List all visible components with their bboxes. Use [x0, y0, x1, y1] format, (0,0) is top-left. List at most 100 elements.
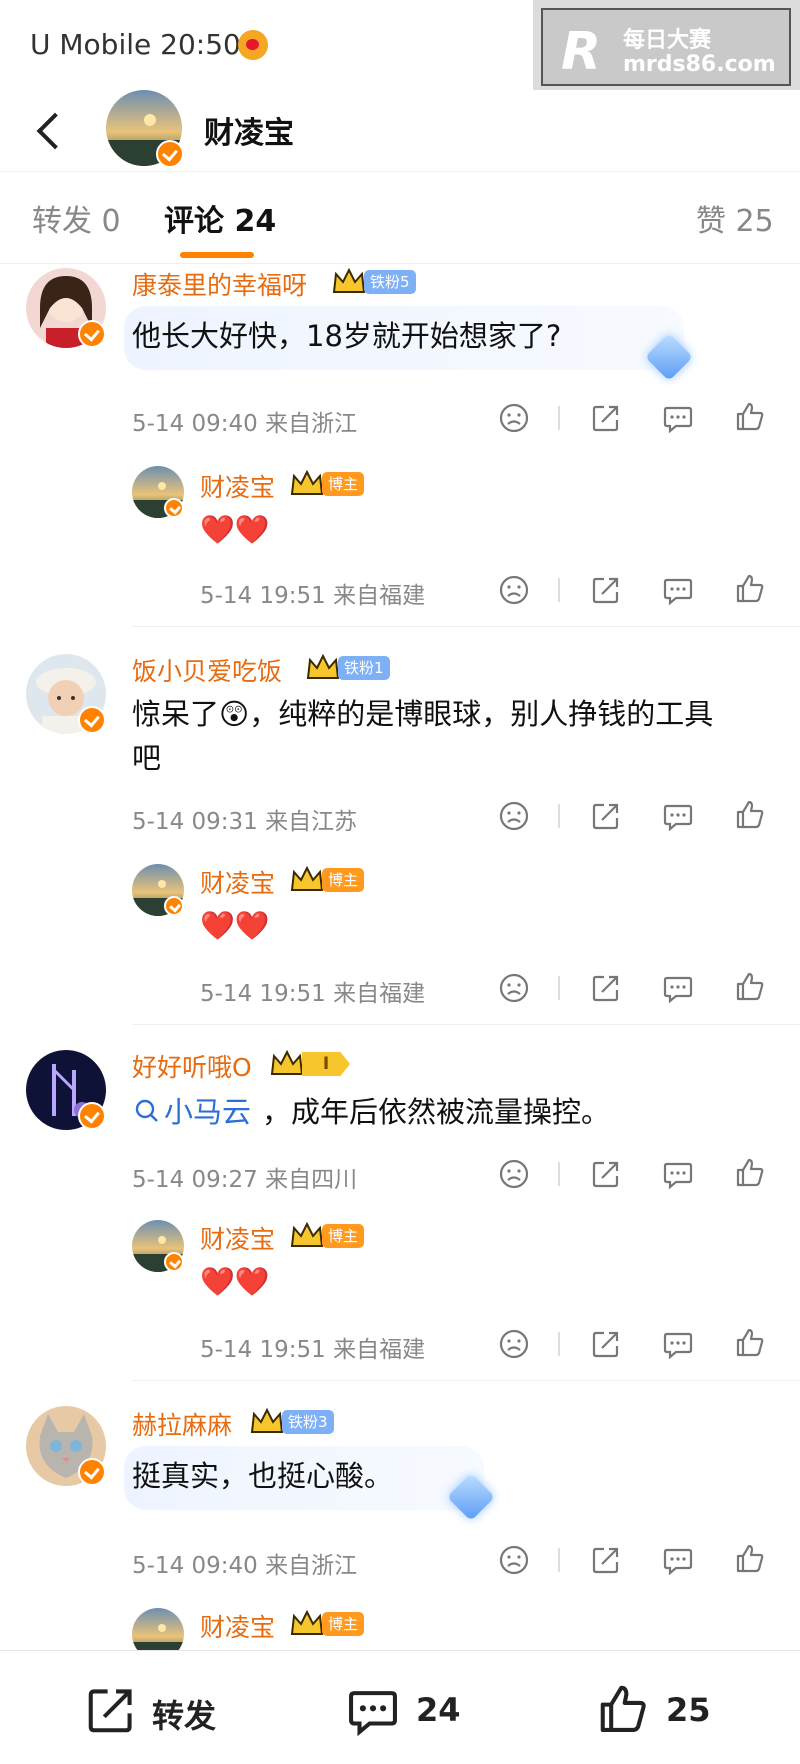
separator — [558, 804, 560, 828]
comment-icon[interactable] — [662, 972, 694, 1004]
like-count-button[interactable]: 25 — [596, 1681, 736, 1737]
dislike-icon[interactable] — [498, 1328, 530, 1360]
dislike-icon[interactable] — [498, 1544, 530, 1576]
like-icon[interactable] — [734, 970, 766, 1002]
share-icon[interactable] — [590, 800, 622, 832]
separator — [558, 976, 560, 1000]
reply-username[interactable]: 财凌宝 — [200, 1220, 275, 1256]
header: 财凌宝 — [0, 90, 800, 172]
share-icon[interactable] — [590, 574, 622, 606]
watermark-box: R 每日大赛 mrds86.com — [541, 8, 791, 86]
repost-button[interactable]: 转发 — [84, 1681, 244, 1737]
verified-icon — [164, 498, 184, 518]
divider — [132, 1380, 800, 1381]
search-icon — [135, 1099, 158, 1122]
dislike-icon[interactable] — [498, 800, 530, 832]
crown-icon — [290, 866, 324, 891]
level-badge: I — [302, 1052, 350, 1076]
comment-username[interactable]: 饭小贝爱吃饭 — [132, 652, 282, 688]
reply-username[interactable]: 财凌宝 — [200, 1608, 275, 1644]
reply-meta: 5-14 19:51 来自福建 — [200, 1337, 426, 1363]
comment-icon[interactable] — [662, 1158, 694, 1190]
tab-bar: 转发 0 评论 24 赞 25 — [0, 172, 800, 264]
dislike-icon[interactable] — [498, 972, 530, 1004]
tab-comments[interactable]: 评论 24 — [164, 196, 276, 240]
author-badge: 博主 — [322, 1612, 365, 1636]
crown-icon — [290, 1222, 324, 1247]
like-icon[interactable] — [734, 1156, 766, 1188]
separator — [558, 1332, 560, 1356]
crown-icon — [270, 1050, 304, 1075]
comment-text: 他长大好快，18岁就开始想家了? — [132, 319, 562, 353]
comment-icon[interactable] — [662, 800, 694, 832]
comment-count-button[interactable]: 24 — [346, 1681, 486, 1737]
reply-text: ❤️❤️ — [200, 513, 270, 546]
crown-icon — [306, 654, 340, 679]
verified-icon — [164, 896, 184, 916]
watermark-logo: R — [561, 22, 602, 82]
comment-text: 挺真实，也挺心酸。 — [132, 1459, 394, 1493]
dislike-icon[interactable] — [498, 1158, 530, 1190]
crown-icon — [250, 1408, 284, 1433]
verified-icon — [156, 140, 184, 168]
share-icon — [88, 1689, 132, 1733]
separator — [558, 1548, 560, 1572]
author-badge: 博主 — [322, 868, 365, 892]
verified-icon — [78, 1102, 106, 1130]
author-badge: 博主 — [322, 472, 365, 496]
reply-text: ❤️❤️ — [200, 1265, 270, 1298]
repost-label: 转发 — [152, 1697, 217, 1735]
like-icon[interactable] — [734, 1542, 766, 1574]
fan-badge: 铁粉1 — [338, 656, 390, 680]
crown-icon — [290, 470, 324, 495]
dislike-icon[interactable] — [498, 402, 530, 434]
verified-icon — [78, 706, 106, 734]
comment-meta: 5-14 09:40 来自浙江 — [132, 411, 358, 437]
comment-icon[interactable] — [662, 402, 694, 434]
comment-username[interactable]: 好好听哦O — [132, 1048, 252, 1084]
comment-meta: 5-14 09:27 来自四川 — [132, 1167, 358, 1193]
dislike-icon[interactable] — [498, 574, 530, 606]
like-icon[interactable] — [734, 400, 766, 432]
like-icon[interactable] — [734, 798, 766, 830]
verified-icon — [164, 1252, 184, 1272]
reply-meta: 5-14 19:51 来自福建 — [200, 981, 426, 1007]
bottom-action-bar: 转发 24 25 — [0, 1650, 800, 1764]
comment-icon[interactable] — [662, 1544, 694, 1576]
reply-username[interactable]: 财凌宝 — [200, 468, 275, 504]
comment-count: 24 — [416, 1691, 461, 1729]
like-icon[interactable] — [734, 572, 766, 604]
tab-likes[interactable]: 赞 25 — [696, 196, 774, 240]
comment-username[interactable]: 康泰里的幸福呀 — [132, 266, 307, 302]
separator — [558, 578, 560, 602]
comment-meta: 5-14 09:31 来自江苏 — [132, 809, 358, 835]
fan-badge: 铁粉5 — [364, 270, 416, 294]
tab-indicator — [180, 252, 254, 258]
watermark-line2: mrds86.com — [623, 52, 776, 77]
verified-icon — [78, 1458, 106, 1486]
author-badge: 博主 — [322, 1224, 365, 1248]
like-icon[interactable] — [734, 1326, 766, 1358]
divider — [132, 626, 800, 627]
mention-link[interactable]: 小马云 — [164, 1090, 251, 1134]
watermark: R 每日大赛 mrds86.com — [533, 0, 800, 90]
watermark-line1: 每日大赛 — [623, 28, 712, 53]
comment-icon[interactable] — [662, 1328, 694, 1360]
share-icon[interactable] — [590, 1158, 622, 1190]
comment-username[interactable]: 赫拉麻麻 — [132, 1406, 232, 1442]
share-icon[interactable] — [590, 1544, 622, 1576]
page-title: 财凌宝 — [204, 116, 294, 151]
carrier-time: U Mobile 20:50 — [30, 28, 241, 61]
like-icon — [600, 1685, 646, 1732]
tab-reposts[interactable]: 转发 0 — [32, 196, 121, 240]
share-icon[interactable] — [590, 1328, 622, 1360]
share-icon[interactable] — [590, 402, 622, 434]
reply-meta: 5-14 19:51 来自福建 — [200, 583, 426, 609]
comment-icon — [349, 1691, 397, 1737]
comment-icon[interactable] — [662, 574, 694, 606]
fan-badge: 铁粉3 — [282, 1410, 334, 1434]
back-icon[interactable] — [22, 100, 82, 160]
share-icon[interactable] — [590, 972, 622, 1004]
weibo-notification-icon — [238, 30, 268, 60]
reply-username[interactable]: 财凌宝 — [200, 864, 275, 900]
